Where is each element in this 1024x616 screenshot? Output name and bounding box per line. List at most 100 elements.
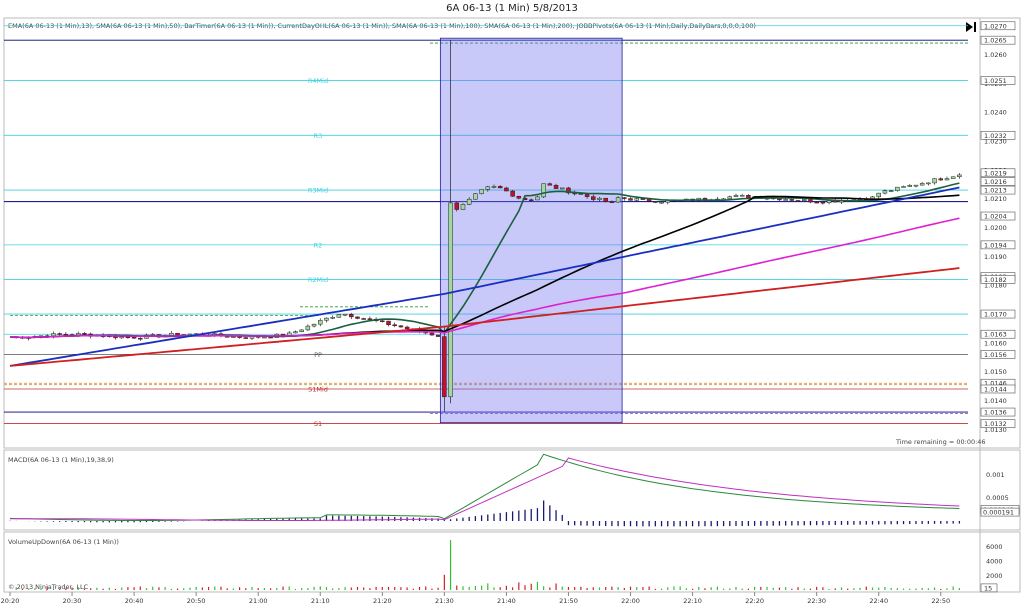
candle-body [398,325,404,328]
candle-body [541,183,546,198]
candle-body [442,336,447,398]
candle-body [814,201,819,204]
price-tick: 1.0210 [984,195,1007,203]
time-remaining: Time remaining = 00:00:46 [895,438,986,446]
time-tick-label: 20:30 [63,597,82,605]
macd-tick: 0.0005 [986,494,1009,502]
candle-body [516,195,522,199]
time-tick-label: 20:40 [125,597,144,605]
candle-body [895,186,900,191]
time-tick-label: 20:50 [187,597,206,605]
candle-body [591,196,596,200]
candle-body [944,178,950,181]
candle-body [119,336,124,339]
price-value-box-label: 1.0163 [984,331,1007,339]
candle-body [926,182,931,185]
pivot-label: R3 [314,132,323,140]
scroll-to-end-button[interactable] [966,22,976,32]
candle-body [932,178,937,184]
candle-body [454,202,460,210]
chart-canvas[interactable]: EMA(6A 06-13 (1 Min),13), SMA(6A 06-13 (… [0,0,1024,616]
candle-body [361,318,366,320]
price-value-box-label: 1.0251 [984,77,1007,85]
price-tick: 1.0200 [984,224,1007,232]
time-tick-label: 21:10 [311,597,330,605]
candle-body [318,320,323,325]
candle-body [231,336,236,338]
price-value-box-label: 1.0170 [984,311,1007,319]
candle-body [553,184,559,189]
candle-body [547,183,553,186]
macd-tick: 0.001 [986,471,1005,479]
pivot-label: PP [314,351,322,359]
candle-body [63,333,69,336]
candle-body [460,204,466,210]
candle-body [237,336,242,338]
time-tick-label: 22:20 [745,597,764,605]
candle-body [305,325,311,331]
candle-body [622,197,627,199]
candle-body [727,196,733,200]
candle-body [380,320,385,322]
volume-tick: 2000 [986,572,1003,580]
candle-body [634,198,639,201]
candle-body [510,190,515,197]
candle-body [739,194,745,197]
price-value-box-label: 1.0265 [984,37,1007,45]
volume-label: VolumeUpDown(6A 06-13 (1 Min)) [8,538,119,546]
time-tick-label: 22:50 [931,597,950,605]
time-tick-label: 21:30 [435,597,454,605]
pivot-label: S1 [314,420,322,428]
candle-body [485,186,491,190]
highlight-box [439,37,623,424]
candle-body [169,332,174,336]
candle-body [919,183,925,186]
macd-label: MACD(6A 06-13 (1 Min),19,38,9) [8,456,114,464]
price-tick: 1.0190 [984,253,1007,261]
candle-body [795,200,801,202]
time-tick-label: 20:20 [1,597,20,605]
macd-line [9,453,960,521]
candle-body [187,333,193,336]
price-value-box-label: 1.0132 [984,420,1007,428]
time-tick-label: 22:40 [869,597,888,605]
price-value-box-label: 1.0270 [984,22,1007,30]
candle-body [826,200,832,204]
candle-body [528,199,534,202]
candle-body [746,194,751,198]
candle-body [659,201,664,204]
candle-body [820,201,826,204]
candle-body [957,174,962,178]
candle-body [355,316,360,319]
candle-body [82,333,87,335]
volume-tick: 4000 [986,558,1003,566]
candle-body [615,197,621,203]
candle-body [597,197,602,200]
pivot-label: R3Mid [308,187,328,195]
time-tick-label: 22:30 [807,597,826,605]
candle-body [311,323,317,327]
time-tick-label: 21:20 [373,597,392,605]
candle-body [609,201,615,204]
candle-body [504,187,509,192]
price-tick: 1.0260 [984,51,1007,59]
candle-body [131,336,137,339]
copyright: © 2013 NinjaTrader, LLC [8,583,89,591]
candle-body [473,193,478,200]
candle-body [783,199,788,201]
candle-body [938,178,944,181]
volume-value-box-label: 15 [984,584,992,592]
candle-body [404,326,410,329]
time-tick-label: 22:10 [683,597,702,605]
candle-body [262,336,267,339]
candle-body [336,314,342,318]
price-value-box-label: 1.0204 [984,213,1007,221]
candle-body [808,199,813,203]
macd-signal-line [9,457,960,521]
time-tick-label: 22:00 [621,597,640,605]
pivot-label: R2Mid [308,276,328,284]
price-tick: 1.0160 [984,339,1007,347]
candle-body [789,199,795,201]
volume-tick: 6000 [986,543,1003,551]
candle-body [653,201,658,203]
